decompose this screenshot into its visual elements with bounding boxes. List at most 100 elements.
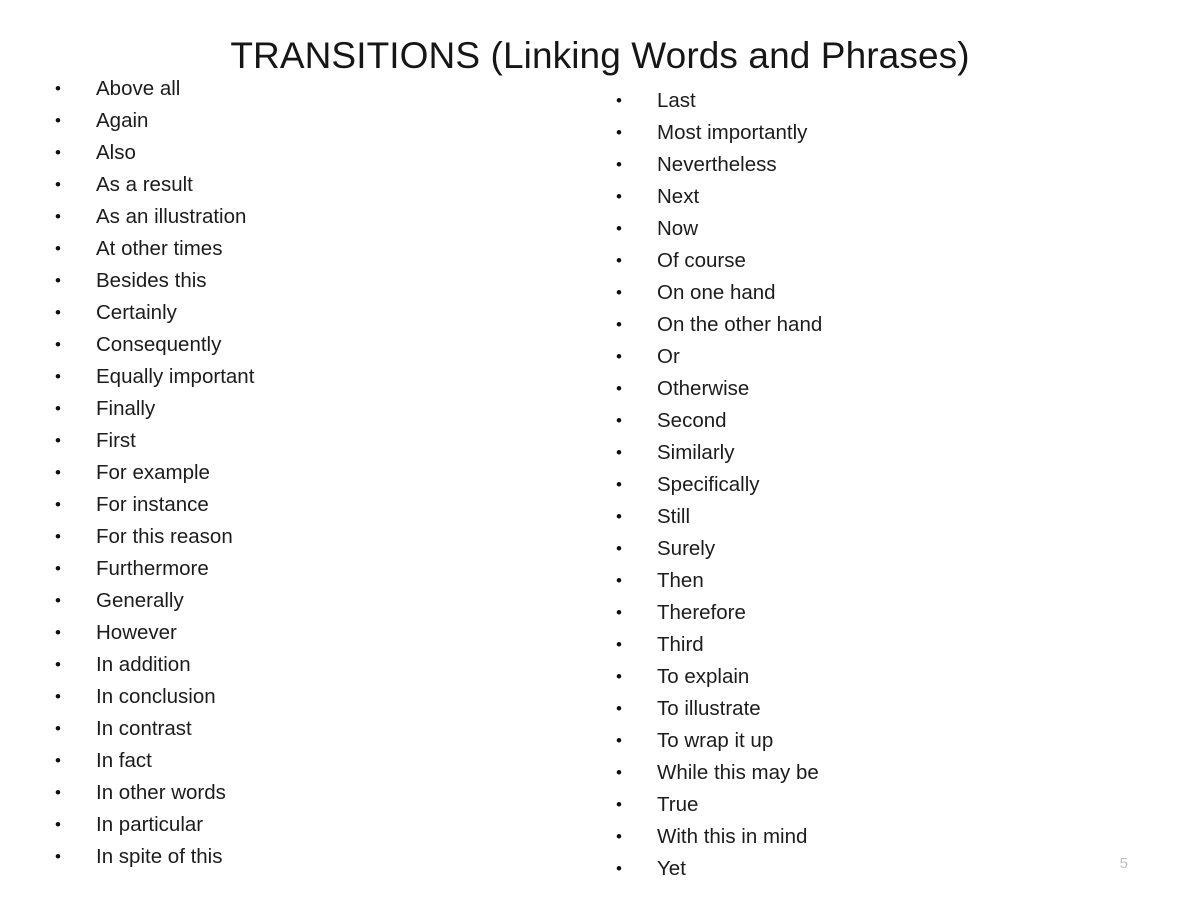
bullet-icon: • — [55, 687, 61, 706]
list-item: • At other times — [40, 233, 560, 265]
list-item-label: Nevertheless — [657, 153, 777, 176]
bullet-icon: • — [616, 603, 622, 622]
list-item: • Besides this — [40, 265, 560, 297]
list-item: • Furthermore — [40, 553, 560, 585]
list-item-label: In conclusion — [96, 685, 216, 708]
list-item-label: To wrap it up — [657, 729, 774, 752]
list-item-label: In contrast — [96, 717, 192, 740]
list-item: • Second — [601, 405, 1161, 437]
list-item: • True — [601, 789, 1161, 821]
list-item-label: Specifically — [657, 473, 760, 496]
list-item: • While this may be — [601, 757, 1161, 789]
list-item-label: Then — [657, 569, 704, 592]
list-item-label: First — [96, 429, 136, 452]
list-item: • Then — [601, 565, 1161, 597]
list-item: • To explain — [601, 661, 1161, 693]
bullet-icon: • — [616, 283, 622, 302]
bullet-icon: • — [616, 443, 622, 462]
list-item: • To illustrate — [601, 693, 1161, 725]
list-item: • As a result — [40, 169, 560, 201]
bullet-icon: • — [55, 623, 61, 642]
list-item-label: On one hand — [657, 281, 776, 304]
bullet-icon: • — [55, 271, 61, 290]
list-item: • Nevertheless — [601, 149, 1161, 181]
list-item-label: In spite of this — [96, 845, 223, 868]
bullet-icon: • — [55, 591, 61, 610]
bullet-icon: • — [55, 79, 61, 98]
list-item: • Otherwise — [601, 373, 1161, 405]
list-item-label: At other times — [96, 237, 223, 260]
bullet-icon: • — [616, 379, 622, 398]
bullet-icon: • — [616, 699, 622, 718]
list-item: • Equally important — [40, 361, 560, 393]
list-item: • Surely — [601, 533, 1161, 565]
list-item-label: True — [657, 793, 699, 816]
list-item: • Last — [601, 85, 1161, 117]
list-item: • In contrast — [40, 713, 560, 745]
list-item-label: Third — [657, 633, 704, 656]
list-item-label: However — [96, 621, 177, 644]
list-item-label: Of course — [657, 249, 746, 272]
list-item: • For instance — [40, 489, 560, 521]
bullet-icon: • — [616, 763, 622, 782]
bullet-icon: • — [55, 655, 61, 674]
list-item: • Of course — [601, 245, 1161, 277]
list-item: • Similarly — [601, 437, 1161, 469]
bullet-icon: • — [616, 475, 622, 494]
list-item-label: Yet — [657, 857, 686, 880]
list-item: • However — [40, 617, 560, 649]
slide-canvas: TRANSITIONS (Linking Words and Phrases) … — [0, 0, 1200, 900]
list-item: • On the other hand — [601, 309, 1161, 341]
list-item-label: To explain — [657, 665, 750, 688]
list-item: • Again — [40, 105, 560, 137]
list-item: • For example — [40, 457, 560, 489]
list-item-label: Or — [657, 345, 680, 368]
list-item-label: For this reason — [96, 525, 233, 548]
bullet-icon: • — [616, 155, 622, 174]
bullet-icon: • — [616, 635, 622, 654]
list-item-label: Again — [96, 109, 149, 132]
bullet-icon: • — [55, 495, 61, 514]
list-item-label: Last — [657, 89, 696, 112]
list-item: • Still — [601, 501, 1161, 533]
right-column: • Last • Most importantly • Nevertheless • Next… — [601, 0, 1161, 885]
list-item-label: With this in mind — [657, 825, 808, 848]
bullet-icon: • — [616, 507, 622, 526]
bullet-icon: • — [55, 815, 61, 834]
bullet-icon: • — [55, 239, 61, 258]
bullet-icon: • — [55, 783, 61, 802]
list-item-label: Consequently — [96, 333, 222, 356]
list-item: • With this in mind — [601, 821, 1161, 853]
list-item: • For this reason — [40, 521, 560, 553]
bullet-icon: • — [616, 187, 622, 206]
list-item-label: Similarly — [657, 441, 735, 464]
bullet-icon: • — [616, 411, 622, 430]
bullet-icon: • — [55, 751, 61, 770]
list-item-label: As an illustration — [96, 205, 247, 228]
list-item: • Also — [40, 137, 560, 169]
right-column-list: • Last • Most importantly • Nevertheless • Next… — [601, 85, 1161, 885]
list-item: • Consequently — [40, 329, 560, 361]
left-column-list: • Above all • Again • Also • As a result • As an … — [40, 73, 560, 873]
list-item-label: Also — [96, 141, 136, 164]
bullet-icon: • — [616, 827, 622, 846]
list-item-label: Certainly — [96, 301, 177, 324]
left-column: • Above all • Again • Also • As a result • As an … — [40, 0, 560, 873]
list-item: • Generally — [40, 585, 560, 617]
list-item: • In fact — [40, 745, 560, 777]
list-item-label: To illustrate — [657, 697, 761, 720]
list-item-label: Equally important — [96, 365, 255, 388]
bullet-icon: • — [55, 143, 61, 162]
bullet-icon: • — [55, 527, 61, 546]
bullet-icon: • — [616, 571, 622, 590]
bullet-icon: • — [616, 123, 622, 142]
list-item-label: Besides this — [96, 269, 207, 292]
list-item: • Therefore — [601, 597, 1161, 629]
list-item-label: In other words — [96, 781, 226, 804]
bullet-icon: • — [55, 399, 61, 418]
list-item: • Third — [601, 629, 1161, 661]
bullet-icon: • — [55, 303, 61, 322]
list-item: • Specifically — [601, 469, 1161, 501]
list-item: • In conclusion — [40, 681, 560, 713]
list-item-label: Therefore — [657, 601, 746, 624]
